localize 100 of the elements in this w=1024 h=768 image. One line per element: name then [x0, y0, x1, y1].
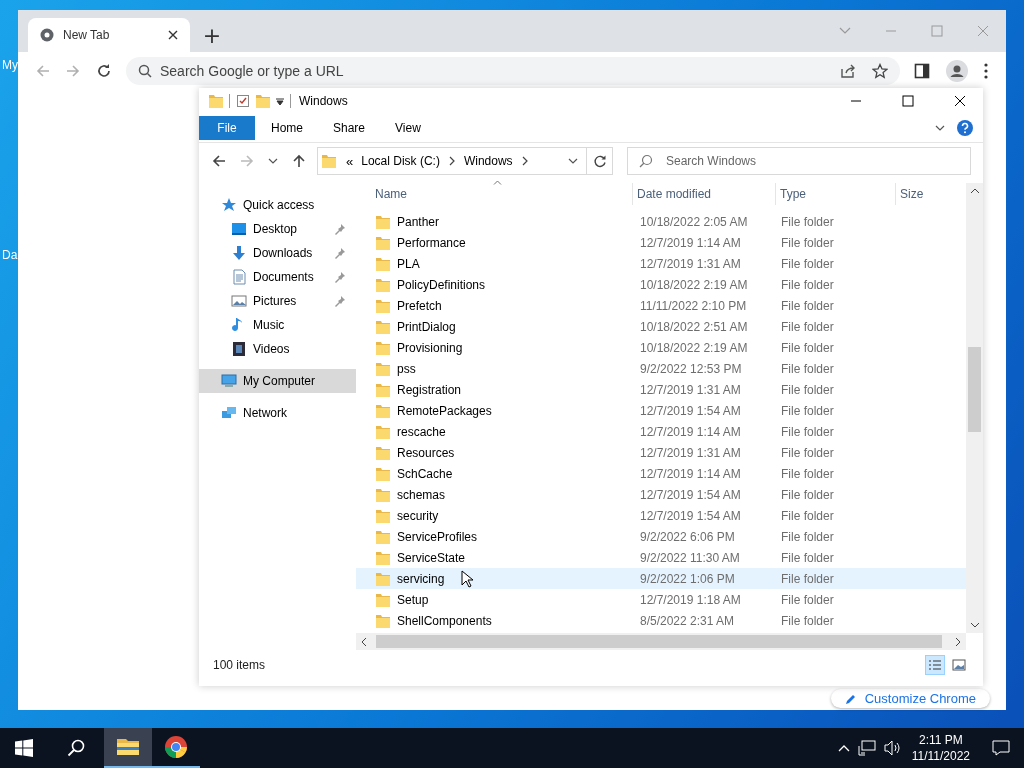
- file-row[interactable]: Performance 12/7/2019 1:14 AM File folder: [356, 232, 966, 253]
- close-icon[interactable]: [954, 95, 966, 107]
- file-name: ServiceProfiles: [397, 529, 478, 544]
- chevron-right-icon: [520, 156, 529, 166]
- recent-locations-icon[interactable]: [268, 157, 278, 165]
- date-cell-text: 10/18/2022 2:19 AM: [639, 277, 749, 292]
- file-row[interactable]: SchCache 12/7/2019 1:14 AM File folder: [356, 463, 966, 484]
- new-tab-button[interactable]: +: [196, 18, 228, 52]
- up-arrow-icon[interactable]: [292, 154, 306, 168]
- scroll-down-icon[interactable]: [969, 621, 980, 629]
- file-row[interactable]: RemotePackages 12/7/2019 1:54 AM File folder: [356, 400, 966, 421]
- clock[interactable]: 2:11 PM 11/11/2022: [911, 732, 970, 764]
- ribbon-tab[interactable]: View: [381, 116, 435, 140]
- browser-tab[interactable]: New Tab: [28, 18, 190, 52]
- file-name: Performance: [397, 235, 466, 250]
- expand-ribbon-icon[interactable]: [935, 124, 945, 132]
- details-view-icon: [928, 659, 942, 671]
- breadcrumb-item[interactable]: Local Disk (C:): [361, 154, 440, 168]
- nav-item[interactable]: Documents: [199, 265, 356, 289]
- file-row[interactable]: Registration 12/7/2019 1:31 AM File folder: [356, 379, 966, 400]
- windows-logo-icon[interactable]: [15, 739, 33, 757]
- file-row[interactable]: PrintDialog 10/18/2022 2:51 AM File folder: [356, 316, 966, 337]
- date-cell-text: 9/2/2022 6:06 PM: [639, 529, 736, 544]
- type-cell-text: File folder: [781, 508, 835, 523]
- search-icon[interactable]: [67, 739, 85, 757]
- address-field[interactable]: Search Google or type a URL: [126, 57, 900, 85]
- date-cell-text: 9/2/2022 1:06 PM: [639, 571, 736, 586]
- type-cell-text: File folder: [781, 340, 835, 355]
- file-row[interactable]: PolicyDefinitions 10/18/2022 2:19 AM File folder: [356, 274, 966, 295]
- type-cell-text: File folder: [781, 214, 835, 229]
- nav-item[interactable]: Desktop: [199, 217, 356, 241]
- maximize-icon[interactable]: [902, 95, 914, 107]
- ribbon-tab[interactable]: Home: [257, 116, 317, 140]
- file-name: PolicyDefinitions: [397, 277, 486, 292]
- side-panel-icon[interactable]: [914, 63, 930, 79]
- scroll-right-icon[interactable]: [954, 636, 962, 647]
- nav-item[interactable]: Videos: [199, 337, 356, 361]
- nav-item[interactable]: Pictures: [199, 289, 356, 313]
- file-row[interactable]: Setup 12/7/2019 1:18 AM File folder: [356, 589, 966, 610]
- file-name: RemotePackages: [397, 403, 492, 418]
- star-outline-icon[interactable]: [872, 63, 888, 79]
- nav-item[interactable]: Quick access: [199, 193, 356, 217]
- taskbar-app-button[interactable]: [104, 728, 152, 768]
- speaker-icon[interactable]: [883, 740, 902, 756]
- nav-item[interactable]: Network: [199, 401, 356, 425]
- close-icon[interactable]: [168, 30, 178, 40]
- scroll-up-icon[interactable]: [969, 187, 980, 195]
- file-row[interactable]: pss 9/2/2022 12:53 PM File folder: [356, 358, 966, 379]
- file-row[interactable]: servicing 9/2/2022 1:06 PM File folder: [356, 568, 966, 589]
- back-arrow-icon[interactable]: [212, 154, 226, 168]
- dropdown-icon[interactable]: [568, 157, 578, 165]
- column-header[interactable]: Type: [776, 183, 896, 205]
- scroll-left-icon[interactable]: [360, 636, 368, 647]
- notification-icon[interactable]: [992, 740, 1010, 756]
- file-row[interactable]: ShellComponents 8/5/2022 2:31 AM File folder: [356, 610, 966, 631]
- window-title: Windows: [299, 94, 348, 108]
- file-row[interactable]: security 12/7/2019 1:54 AM File folder: [356, 505, 966, 526]
- column-header[interactable]: Date modified: [633, 183, 776, 205]
- file-row[interactable]: schemas 12/7/2019 1:54 AM File folder: [356, 484, 966, 505]
- folder-icon: [376, 298, 390, 313]
- column-header[interactable]: Size: [896, 183, 966, 205]
- profile-avatar-icon[interactable]: [946, 60, 968, 82]
- breadcrumb-item[interactable]: Windows: [463, 154, 513, 168]
- reload-icon[interactable]: [96, 63, 112, 79]
- share-icon[interactable]: [840, 63, 856, 79]
- file-row[interactable]: PLA 12/7/2019 1:31 AM File folder: [356, 253, 966, 274]
- date-cell-text: 11/11/2022 2:10 PM: [639, 298, 748, 313]
- scrollbar-thumb[interactable]: [968, 347, 981, 432]
- checkmark-page-icon[interactable]: [236, 94, 250, 108]
- nav-item[interactable]: Music: [199, 313, 356, 337]
- file-name: Setup: [397, 592, 429, 607]
- chevron-up-icon[interactable]: [837, 744, 850, 752]
- details-view-button[interactable]: [925, 655, 945, 675]
- file-row[interactable]: Prefetch 11/11/2022 2:10 PM File folder: [356, 295, 966, 316]
- nav-item[interactable]: My Computer: [199, 369, 356, 393]
- file-row[interactable]: Resources 12/7/2019 1:31 AM File folder: [356, 442, 966, 463]
- customize-chrome-button[interactable]: Customize Chrome: [830, 689, 990, 708]
- dropdown-arrow-icon[interactable]: [276, 97, 284, 105]
- address-bar[interactable]: « Local Disk (C:) Windows: [317, 147, 587, 175]
- breadcrumb-overflow[interactable]: «: [346, 153, 354, 169]
- file-row[interactable]: rescache 12/7/2019 1:14 AM File folder: [356, 421, 966, 442]
- file-row[interactable]: Provisioning 10/18/2022 2:19 AM File folder: [356, 337, 966, 358]
- ribbon-tab[interactable]: Share: [319, 116, 380, 140]
- nav-item[interactable]: Downloads: [199, 241, 356, 265]
- file-menu-button[interactable]: File: [199, 116, 255, 140]
- type-cell-text: File folder: [781, 487, 835, 502]
- file-row[interactable]: ServiceProfiles 9/2/2022 6:06 PM File folder: [356, 526, 966, 547]
- file-row[interactable]: Panther 10/18/2022 2:05 AM File folder: [356, 211, 966, 232]
- folder-icon: [376, 235, 390, 250]
- search-field[interactable]: Search Windows: [627, 147, 971, 175]
- search-icon: [138, 64, 152, 78]
- refresh-button[interactable]: [587, 147, 613, 175]
- column-header[interactable]: Name: [371, 183, 633, 205]
- network-icon[interactable]: [857, 740, 876, 756]
- picture-icon: [952, 659, 966, 671]
- more-menu-icon[interactable]: [984, 63, 988, 79]
- file-row[interactable]: ServiceState 9/2/2022 11:30 AM File folder: [356, 547, 966, 568]
- scrollbar-thumb[interactable]: [376, 635, 942, 648]
- file-name: rescache: [397, 424, 446, 439]
- help-icon[interactable]: [957, 120, 973, 136]
